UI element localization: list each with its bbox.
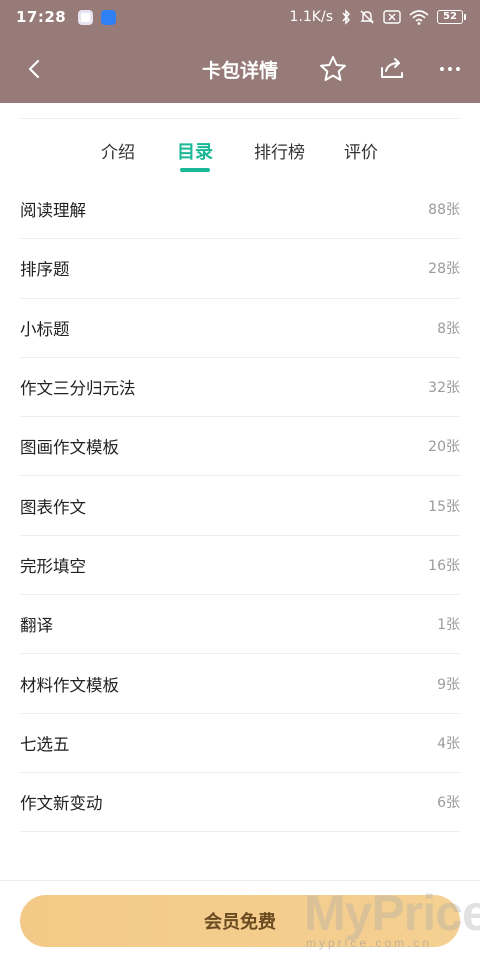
list-item[interactable]: 材料作文模板 9张 <box>20 654 460 714</box>
item-count: 15张 <box>428 498 460 515</box>
wifi-icon <box>409 9 429 25</box>
list-item[interactable]: 作文新变动 6张 <box>20 773 460 833</box>
item-count: 1张 <box>437 617 460 634</box>
item-count: 9张 <box>437 676 460 693</box>
status-time: 17:28 <box>16 8 67 26</box>
active-tab-indicator <box>180 168 210 172</box>
notification-app-icon <box>78 9 94 25</box>
list-item[interactable]: 作文三分归元法 32张 <box>20 358 460 418</box>
item-name: 排序题 <box>20 260 70 280</box>
cloud-app-icon <box>101 9 117 25</box>
list-item[interactable]: 图画作文模板 20张 <box>20 417 460 477</box>
item-count: 32张 <box>428 380 460 397</box>
page-title-wrap: 卡包详情 <box>0 56 480 83</box>
list-item[interactable]: 完形填空 16张 <box>20 536 460 596</box>
item-count: 88张 <box>428 202 460 219</box>
tab-intro[interactable]: 介绍 <box>101 138 135 163</box>
battery-level: 52 <box>437 10 463 24</box>
back-arrow-icon[interactable] <box>22 56 48 82</box>
page-title: 卡包详情 <box>201 60 278 82</box>
item-count: 28张 <box>428 261 460 278</box>
nav-bar: 卡包详情 <box>0 34 480 103</box>
list-item[interactable]: 七选五 4张 <box>20 714 460 773</box>
catalog-list: 阅读理解 88张 排序题 28张 小标题 8张 作文三分归元法 32张 图画作文模板 20… <box>20 180 460 833</box>
item-name: 作文三分归元法 <box>20 379 136 399</box>
battery-indicator: 52 <box>437 10 466 24</box>
share-icon[interactable] <box>378 54 406 82</box>
bottom-action-bar: 会员免费 <box>0 880 480 960</box>
list-item[interactable]: 阅读理解 88张 <box>20 180 460 240</box>
item-name: 图表作文 <box>20 497 86 517</box>
item-name: 材料作文模板 <box>20 675 119 695</box>
item-name: 小标题 <box>20 319 70 339</box>
item-name: 七选五 <box>20 734 70 754</box>
item-count: 6张 <box>437 795 460 812</box>
list-item[interactable]: 排序题 28张 <box>20 239 460 299</box>
favorite-star-icon[interactable] <box>318 54 348 84</box>
more-options-icon[interactable] <box>436 56 464 82</box>
item-name: 图画作文模板 <box>20 438 119 458</box>
top-bar: 17:28 1.1K/s 52 卡包详情 <box>0 0 480 103</box>
item-name: 阅读理解 <box>20 201 86 221</box>
item-name: 翻译 <box>20 616 53 636</box>
list-item[interactable]: 小标题 8张 <box>20 299 460 358</box>
item-count: 4张 <box>437 735 460 752</box>
status-bar: 17:28 1.1K/s 52 <box>0 0 480 34</box>
member-free-button[interactable]: 会员免费 <box>20 895 460 947</box>
top-divider <box>20 118 460 119</box>
tab-catalog[interactable]: 目录 <box>177 138 213 164</box>
status-app-icons <box>78 9 117 25</box>
no-sim-icon <box>383 10 401 24</box>
item-name: 完形填空 <box>20 556 86 576</box>
tab-bar: 介绍 目录 排行榜 评价 <box>0 130 480 176</box>
tab-reviews[interactable]: 评价 <box>344 138 378 163</box>
list-item[interactable]: 翻译 1张 <box>20 595 460 655</box>
bluetooth-icon <box>342 9 351 25</box>
item-count: 8张 <box>437 320 460 337</box>
mute-bell-icon <box>360 10 374 24</box>
network-speed: 1.1K/s <box>289 9 333 25</box>
status-indicators: 1.1K/s 52 <box>290 9 466 25</box>
item-count: 16张 <box>428 557 460 574</box>
list-item[interactable]: 图表作文 15张 <box>20 476 460 536</box>
tab-ranking[interactable]: 排行榜 <box>254 138 305 163</box>
battery-tip <box>464 14 466 20</box>
item-count: 20张 <box>428 439 460 456</box>
item-name: 作文新变动 <box>20 794 103 814</box>
